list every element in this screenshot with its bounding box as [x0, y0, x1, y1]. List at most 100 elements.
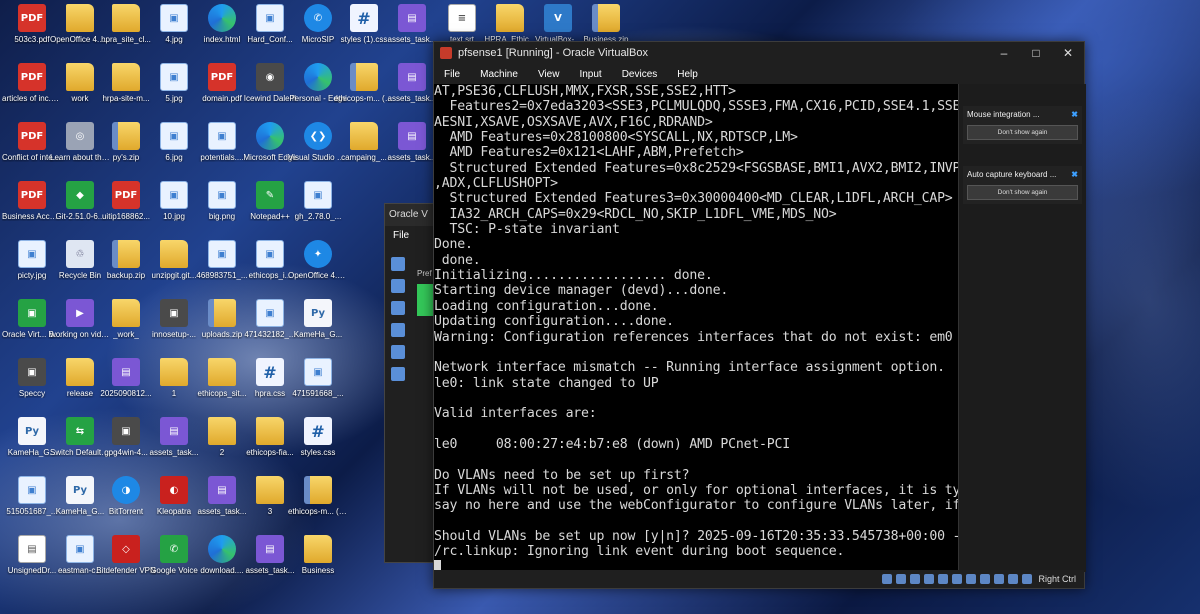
vm-console[interactable]: AT,PSE36,CLFLUSH,MMX,FXSR,SSE,SSE2,HTT> … — [434, 84, 958, 572]
img-file-icon: ▣ — [160, 63, 188, 91]
recording-icon[interactable] — [980, 574, 991, 584]
desktop-icon[interactable]: ✦ OpenOffice 4.1.15 — [288, 240, 348, 298]
desktop-icon[interactable]: # styles.css — [290, 417, 346, 475]
green-file-icon: ◆ — [66, 181, 94, 209]
img-file-icon: ▣ — [256, 299, 284, 327]
notification-center: Mouse integration ... ✖ Don't show again … — [958, 84, 1086, 572]
manager-tool-icon[interactable] — [391, 367, 405, 381]
zip-file-icon — [112, 122, 140, 150]
cpu-icon[interactable] — [994, 574, 1005, 584]
pdf-file-icon: PDF — [18, 181, 46, 209]
vm-titlebar[interactable]: pfsense1 [Running] - Oracle VirtualBox –… — [434, 42, 1084, 64]
html-file-icon: ✆ — [304, 4, 332, 32]
console-line: Should VLANs be set up now [y|n]? 2025-0… — [434, 528, 958, 544]
manager-tool-icon[interactable] — [391, 257, 405, 271]
manager-tool-icon[interactable] — [391, 345, 405, 359]
folder-file-icon — [350, 122, 378, 150]
vs-file-icon: ▶ — [66, 299, 94, 327]
folder-file-icon — [256, 476, 284, 504]
zip-file-icon — [350, 63, 378, 91]
console-line: Valid interfaces are: — [434, 406, 597, 422]
exe-file-icon: ▣ — [160, 299, 188, 327]
console-line: TSC: P-state invariant — [434, 222, 620, 238]
vm-menubar: File Machine View Input Devices Help — [434, 64, 1084, 84]
menu-help[interactable]: Help — [667, 69, 708, 80]
desktop-icon[interactable]: ▣ gh_2.78.0_... — [290, 181, 346, 239]
pdf-file-icon: PDF — [112, 181, 140, 209]
desktop-icon[interactable]: ▤ assets_task... — [384, 63, 440, 121]
maximize-icon[interactable]: □ — [1020, 46, 1052, 60]
desktop-icon-label: styles.css — [300, 448, 336, 457]
vs-file-icon: ▤ — [208, 476, 236, 504]
txt-file-icon: ▤ — [18, 535, 46, 563]
console-line: Network interface mismatch -- Running in… — [434, 360, 945, 376]
vm-statusbar: Right Ctrl — [434, 570, 1084, 588]
console-line: Do VLANs need to be set up first? — [434, 467, 690, 483]
folder-file-icon — [160, 358, 188, 386]
pdf-file-icon: PDF — [18, 4, 46, 32]
console-line: Loading configuration...done. — [434, 298, 659, 314]
menu-input[interactable]: Input — [569, 69, 611, 80]
py-file-icon: Py — [304, 299, 332, 327]
folder-file-icon — [256, 417, 284, 445]
close-notification-icon[interactable]: ✖ — [1071, 110, 1078, 119]
pdf-file-icon: PDF — [18, 122, 46, 150]
vs-file-icon: ▤ — [112, 358, 140, 386]
menu-machine[interactable]: Machine — [470, 69, 528, 80]
img-file-icon: ▣ — [256, 4, 284, 32]
notification-title: Auto capture keyboard ... — [967, 170, 1057, 179]
desktop-icon[interactable]: Business — [290, 535, 346, 593]
folder-file-icon — [112, 4, 140, 32]
audio-icon[interactable] — [910, 574, 921, 584]
img-file-icon: ▣ — [160, 4, 188, 32]
desktop-icon-label: 471591668_... — [292, 389, 344, 398]
py-file-icon: Py — [18, 417, 46, 445]
console-line: /rc.linkup: Ignoring link event during b… — [434, 544, 845, 560]
display-icon[interactable] — [966, 574, 977, 584]
mouse-integration-icon[interactable] — [1008, 574, 1019, 584]
notification-title: Mouse integration ... — [967, 110, 1040, 119]
manager-tool-icon[interactable] — [391, 279, 405, 293]
menu-devices[interactable]: Devices — [612, 69, 668, 80]
img-file-icon: ▣ — [18, 240, 46, 268]
folder-file-icon — [208, 358, 236, 386]
img-file-icon: ▣ — [304, 358, 332, 386]
dont-show-again-button[interactable]: Don't show again — [967, 185, 1078, 200]
manager-tool-icon[interactable] — [391, 301, 405, 315]
close-notification-icon[interactable]: ✖ — [1071, 170, 1078, 179]
console-line: Done. — [434, 237, 473, 253]
pdf-file-icon: PDF — [18, 63, 46, 91]
gray-file-icon: ◎ — [66, 122, 94, 150]
keyboard-icon[interactable] — [1022, 574, 1033, 584]
network-icon[interactable] — [924, 574, 935, 584]
folder-file-icon — [112, 299, 140, 327]
img-file-icon: ▣ — [160, 181, 188, 209]
console-line: Structured Extended Features=0x8c2529<FS… — [449, 160, 958, 176]
desktop-icon[interactable]: ▤ assets_task... — [384, 4, 440, 62]
dont-show-again-button[interactable]: Don't show again — [967, 125, 1078, 140]
desktop-icon[interactable]: ethicops-m... (1).zip — [288, 476, 348, 534]
desktop-icon-label: KameHa_G... — [293, 330, 343, 339]
py-file-icon: Py — [66, 476, 94, 504]
usb-icon[interactable] — [938, 574, 949, 584]
folder-file-icon — [496, 4, 524, 32]
close-icon[interactable]: ✕ — [1052, 46, 1084, 60]
img-file-icon: ▣ — [18, 476, 46, 504]
minimize-icon[interactable]: – — [988, 46, 1020, 60]
vs-file-icon: ▤ — [398, 4, 426, 32]
menu-file[interactable]: File — [434, 69, 470, 80]
manager-tool-icon[interactable] — [391, 323, 405, 337]
vm-window[interactable]: pfsense1 [Running] - Oracle VirtualBox –… — [433, 41, 1086, 589]
console-line: Warning: Configuration references interf… — [434, 329, 958, 345]
shared-folders-icon[interactable] — [952, 574, 963, 584]
menu-view[interactable]: View — [528, 69, 570, 80]
optical-drive-icon[interactable] — [896, 574, 907, 584]
desktop-icon[interactable]: ▣ 471591668_... — [290, 358, 346, 416]
hard-disk-icon[interactable] — [882, 574, 893, 584]
img-file-icon: ▣ — [160, 122, 188, 150]
desktop-icon[interactable]: Py KameHa_G... — [290, 299, 346, 357]
virtualbox-icon — [440, 47, 452, 59]
desktop-icon[interactable]: ▤ assets_task... — [384, 122, 440, 180]
css-file-icon: # — [256, 358, 284, 386]
manager-preferences-label[interactable]: Pref — [417, 269, 432, 278]
